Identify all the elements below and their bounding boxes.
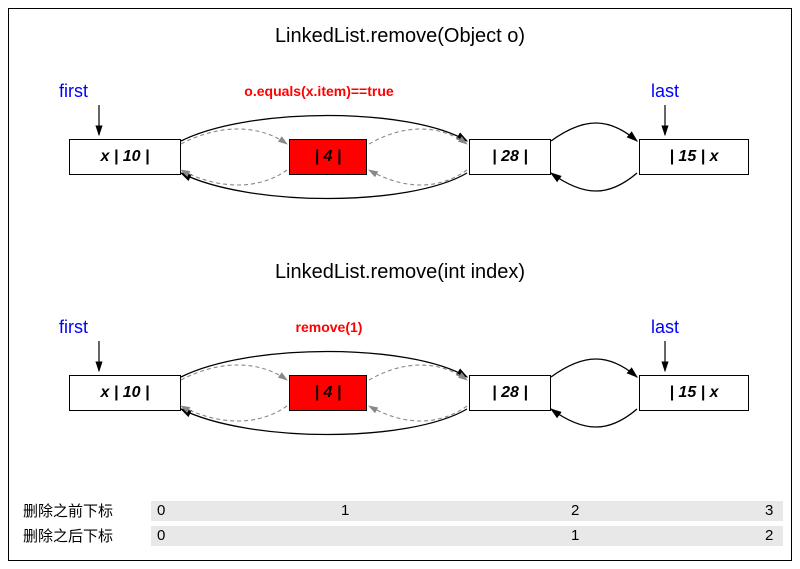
idx-b-0: 0 <box>157 501 165 521</box>
diagram-frame: LinkedList.remove(Object o) first o.equa… <box>8 8 792 561</box>
node-3b: | 15 | x <box>639 375 749 411</box>
index-after-cells: 0 1 2 <box>151 526 783 546</box>
condition-label-2: remove(1) <box>259 319 399 335</box>
title-remove-object: LinkedList.remove(Object o) <box>9 25 791 48</box>
condition-label-1: o.equals(x.item)==true <box>209 83 429 99</box>
idx-b-2: 2 <box>571 501 579 521</box>
index-before-cells: 0 1 2 3 <box>151 501 783 521</box>
last-label-2: last <box>651 317 679 338</box>
first-label-1: first <box>59 81 88 102</box>
title-remove-index: LinkedList.remove(int index) <box>9 261 791 284</box>
node-2b: | 28 | <box>469 375 551 411</box>
idx-a-0: 0 <box>157 526 165 546</box>
node-0a: x | 10 | <box>69 139 181 175</box>
index-after-label: 删除之后下标 <box>23 525 151 546</box>
node-0b: x | 10 | <box>69 375 181 411</box>
node-2a: | 28 | <box>469 139 551 175</box>
idx-b-3: 3 <box>765 501 773 521</box>
last-label-1: last <box>651 81 679 102</box>
index-row-after: 删除之后下标 0 1 2 <box>23 525 783 546</box>
idx-a-1: 1 <box>571 526 579 546</box>
idx-a-2: 2 <box>765 526 773 546</box>
index-row-before: 删除之前下标 0 1 2 3 <box>23 500 783 521</box>
index-before-label: 删除之前下标 <box>23 500 151 521</box>
idx-b-1: 1 <box>341 501 349 521</box>
node-1a-removed: | 4 | <box>289 139 367 175</box>
node-3a: | 15 | x <box>639 139 749 175</box>
index-tables: 删除之前下标 0 1 2 3 删除之后下标 0 1 2 <box>23 500 783 550</box>
node-1b-removed: | 4 | <box>289 375 367 411</box>
first-label-2: first <box>59 317 88 338</box>
